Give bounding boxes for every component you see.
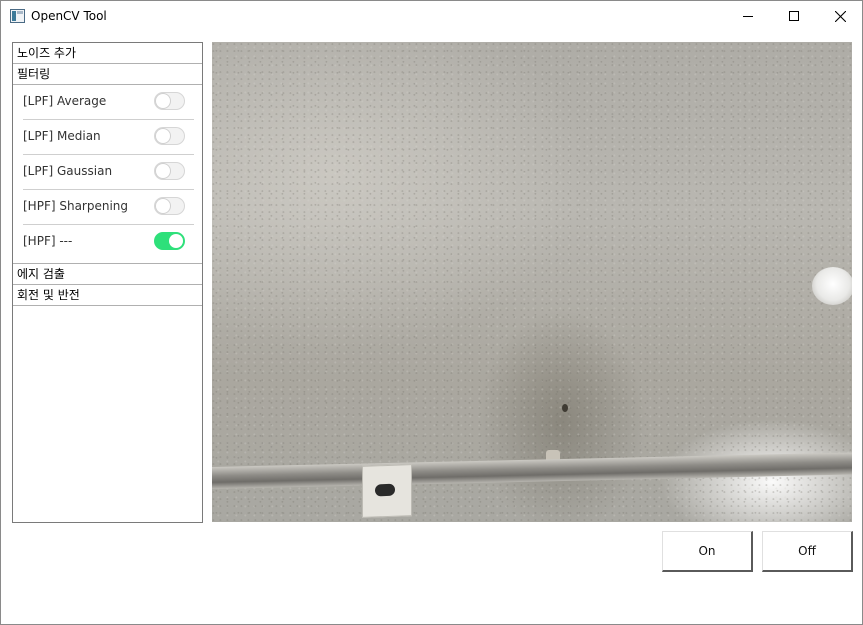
filter-toggle-lpf-median[interactable]: [154, 127, 185, 145]
toggle-knob: [169, 234, 183, 248]
ceiling-hole: [562, 404, 568, 412]
rail-bracket: [362, 464, 412, 518]
filter-item-lpf-gaussian: [LPF] Gaussian: [23, 155, 194, 190]
filter-label: [LPF] Median: [23, 129, 101, 143]
filter-label: [LPF] Gaussian: [23, 164, 113, 178]
camera-preview: [212, 42, 852, 522]
filter-label: [LPF] Average: [23, 94, 107, 108]
filter-item-hpf-other: [HPF] ---: [23, 225, 194, 263]
maximize-icon: [789, 11, 799, 21]
filter-toggle-hpf-sharpening[interactable]: [154, 197, 185, 215]
ceiling-light: [812, 267, 852, 305]
filter-label: [HPF] Sharpening: [23, 199, 129, 213]
toggle-knob: [156, 129, 170, 143]
options-panel: 노이즈 추가 필터링 [LPF] Average [LPF] Median [L…: [12, 42, 203, 523]
title-bar[interactable]: OpenCV Tool: [1, 1, 862, 32]
minimize-icon: [743, 16, 753, 17]
window-title: OpenCV Tool: [31, 9, 107, 23]
section-header-edge-detection[interactable]: 에지 검출: [13, 263, 202, 285]
close-button[interactable]: [817, 1, 863, 31]
section-header-noise[interactable]: 노이즈 추가: [13, 43, 202, 64]
toggle-knob: [156, 164, 170, 178]
section-header-filtering[interactable]: 필터링: [13, 64, 202, 85]
filter-item-lpf-average: [LPF] Average: [23, 85, 194, 120]
close-icon: [834, 10, 846, 22]
maximize-button[interactable]: [771, 1, 817, 31]
filter-list: [LPF] Average [LPF] Median [LPF] Gaussia…: [13, 85, 202, 263]
ceiling-texture: [212, 42, 852, 522]
toggle-knob: [156, 199, 170, 213]
filter-item-lpf-median: [LPF] Median: [23, 120, 194, 155]
filter-toggle-lpf-average[interactable]: [154, 92, 185, 110]
app-window: OpenCV Tool 노이즈 추가 필터링 [LPF] Average [LP…: [0, 0, 863, 625]
section-header-rotate-flip[interactable]: 회전 및 반전: [13, 285, 202, 306]
on-button[interactable]: On: [662, 531, 753, 572]
off-button[interactable]: Off: [762, 531, 853, 572]
filter-label: [HPF] ---: [23, 234, 73, 248]
app-window-icon: [10, 9, 25, 23]
filter-toggle-lpf-gaussian[interactable]: [154, 162, 185, 180]
filter-item-hpf-sharpening: [HPF] Sharpening: [23, 190, 194, 225]
filter-toggle-hpf-other[interactable]: [154, 232, 185, 250]
toggle-knob: [156, 94, 170, 108]
minimize-button[interactable]: [725, 1, 771, 31]
